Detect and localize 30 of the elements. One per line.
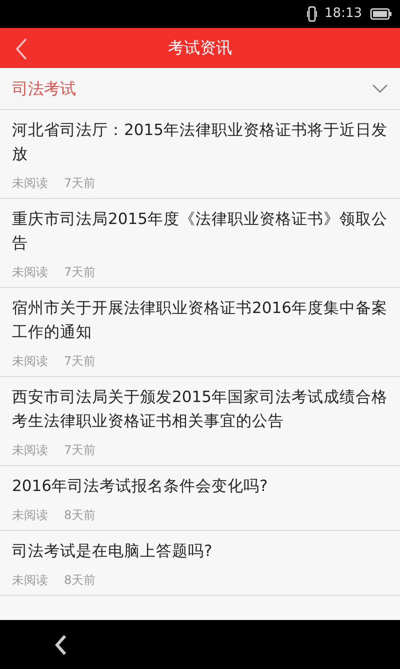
article-item[interactable]: 宿州市关于开展法律职业资格证书2016年度集中备案工作的通知 未阅读 7天前: [0, 288, 400, 377]
page-title: 考试资讯: [168, 37, 232, 59]
post-age: 7天前: [64, 175, 96, 192]
post-age: 7天前: [64, 264, 96, 281]
article-item[interactable]: 2016年司法考试报名条件会变化吗? 未阅读 8天前: [0, 466, 400, 531]
article-item[interactable]: 司法考试是在电脑上答题吗? 未阅读 8天前: [0, 531, 400, 596]
post-age: 7天前: [64, 442, 96, 459]
read-status: 未阅读: [12, 353, 48, 370]
article-title: 司法考试是在电脑上答题吗?: [12, 542, 212, 560]
article-title: 2016年司法考试报名条件会变化吗?: [12, 477, 268, 495]
read-status: 未阅读: [12, 264, 48, 281]
battery-icon: [370, 8, 392, 20]
article-title: 宿州市关于开展法律职业资格证书2016年度集中备案工作的通知: [12, 299, 388, 341]
back-button[interactable]: [14, 36, 28, 61]
status-time: 18:13: [324, 5, 362, 24]
read-status: 未阅读: [12, 442, 48, 459]
read-status: 未阅读: [12, 572, 48, 589]
vibrate-icon: [306, 6, 317, 22]
back-nav-icon[interactable]: [54, 634, 68, 656]
article-item[interactable]: 河北省司法厅：2015年法律职业资格证书将于近日发放 未阅读 7天前: [0, 110, 400, 199]
article-title: 重庆市司法局2015年度《法律职业资格证书》领取公告: [12, 210, 388, 252]
article-item[interactable]: 重庆市司法局2015年度《法律职业资格证书》领取公告 未阅读 7天前: [0, 199, 400, 288]
post-age: 7天前: [64, 353, 96, 370]
article-item[interactable]: 西安市司法局关于颁发2015年国家司法考试成绩合格考生法律职业资格证书相关事宜的公告 未阅读 7天前: [0, 377, 400, 466]
read-status: 未阅读: [12, 175, 48, 192]
article-title: 西安市司法局关于颁发2015年国家司法考试成绩合格考生法律职业资格证书相关事宜的公告: [12, 388, 388, 430]
post-age: 8天前: [64, 507, 96, 524]
read-status: 未阅读: [12, 507, 48, 524]
post-age: 8天前: [64, 572, 96, 589]
article-title: 河北省司法厅：2015年法律职业资格证书将于近日发放: [12, 121, 388, 163]
